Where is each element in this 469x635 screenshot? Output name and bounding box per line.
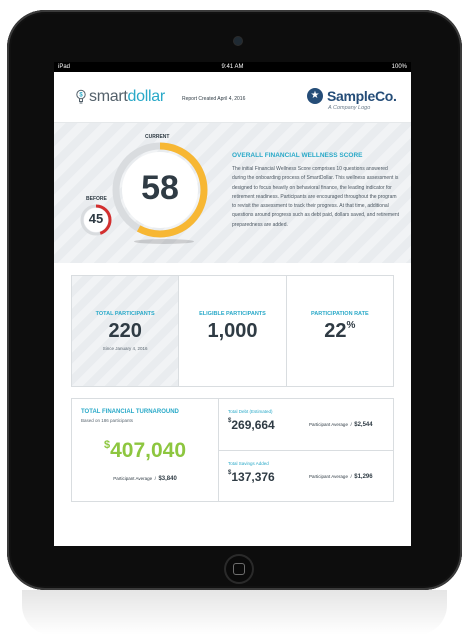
wellness-score-title: OVERALL FINANCIAL WELLNESS SCORE xyxy=(232,152,363,159)
turnaround-title: TOTAL FINANCIAL TURNAROUND xyxy=(81,409,179,415)
avg-value: $3,840 xyxy=(158,476,177,482)
lightbulb-icon: $ xyxy=(76,89,86,104)
savings-participant-average: Participant Average / $1,296 xyxy=(309,474,373,480)
avg-label: Participant Average xyxy=(113,476,153,481)
report-header: $ smartdollar Report Created April 4, 20… xyxy=(54,72,411,123)
logo-word-dollar: dollar xyxy=(127,88,166,105)
debt-avg-label: Participant Average xyxy=(309,422,348,427)
debt-avg-separator: / xyxy=(350,422,352,427)
camera-icon xyxy=(234,37,242,45)
total-debt-label: Total Debt (Estimated) xyxy=(228,409,273,414)
savings-avg-separator: / xyxy=(350,474,352,479)
smartdollar-logo: $ smartdollar xyxy=(76,88,165,106)
logo-wordmark: smartdollar xyxy=(89,88,165,106)
carrier-label: iPad xyxy=(58,64,71,70)
before-score-label: BEFORE xyxy=(86,196,107,202)
eligible-participants-value: 1,000 xyxy=(207,320,258,342)
avg-separator: / xyxy=(154,476,156,481)
status-time: 9:41 AM xyxy=(221,64,244,70)
eligible-participants-label: ELIGIBLE PARTICIPANTS xyxy=(199,311,266,317)
total-savings-value: $137,376 xyxy=(228,470,275,484)
current-score-value: 58 xyxy=(141,169,179,207)
participation-stats: TOTAL PARTICIPANTS 220 Since January 4, … xyxy=(71,275,394,387)
participation-rate-value: 22% xyxy=(287,320,393,343)
debt-avg-value: $2,544 xyxy=(354,422,373,428)
turnaround-subtitle: Based on 186 participants xyxy=(81,418,134,423)
total-debt-value: $269,664 xyxy=(228,418,275,432)
logo-word-smart: smart xyxy=(89,88,128,105)
savings-amount: 137,376 xyxy=(231,470,275,484)
debt-participant-average: Participant Average / $2,544 xyxy=(309,422,373,428)
battery-label: 100% xyxy=(391,64,407,70)
participation-rate-number: 22 xyxy=(324,320,347,342)
before-score-value: 45 xyxy=(88,211,104,226)
company-logo: ★ SampleCo. xyxy=(307,88,397,104)
turnaround-total-card: TOTAL FINANCIAL TURNAROUND Based on 186 … xyxy=(72,399,219,501)
total-participants-card: TOTAL PARTICIPANTS 220 Since January 4, … xyxy=(72,276,180,386)
savings-avg-value: $1,296 xyxy=(354,474,373,480)
company-name: SampleCo. xyxy=(327,88,397,104)
gauge-shadow xyxy=(134,239,194,244)
status-bar: iPad 9:41 AM 100% xyxy=(54,62,411,72)
total-participants-since: Since January 4, 2016 xyxy=(102,346,148,351)
total-savings-label: Total Savings Added xyxy=(228,461,269,466)
wellness-score-section: CURRENT 58 BEFORE 45 OVERALL FINANCIAL W… xyxy=(54,123,411,263)
total-participants-value: 220 xyxy=(108,320,142,342)
total-participants-label: TOTAL PARTICIPANTS xyxy=(95,311,155,317)
wellness-score-description: The initial Financial Wellness Score com… xyxy=(232,166,400,228)
home-button[interactable] xyxy=(226,556,252,582)
turnaround-total-value: $407,040 xyxy=(72,439,218,463)
screen: iPad 9:41 AM 100% $ smartdollar Report C… xyxy=(54,62,411,546)
tablet-reflection xyxy=(22,590,447,635)
savings-avg-label: Participant Average xyxy=(309,474,348,479)
participation-rate-card: PARTICIPATION RATE 22% xyxy=(286,276,393,386)
company-tagline: A Company Logo xyxy=(328,105,371,111)
total-savings-card: Total Savings Added $137,376 Participant… xyxy=(219,451,393,501)
percent-sign: % xyxy=(346,320,356,331)
participation-rate-label: PARTICIPATION RATE xyxy=(310,311,369,317)
report-date: Report Created April 4, 2016 xyxy=(182,96,246,102)
debt-amount: 269,664 xyxy=(231,418,275,432)
svg-text:$: $ xyxy=(79,93,83,99)
turnaround-participant-average: Participant Average / $3,840 xyxy=(72,476,218,482)
eligible-participants-card: ELIGIBLE PARTICIPANTS 1,000 xyxy=(179,276,287,386)
star-icon: ★ xyxy=(307,88,323,104)
financial-turnaround-section: TOTAL FINANCIAL TURNAROUND Based on 186 … xyxy=(71,398,394,502)
total-debt-card: Total Debt (Estimated) $269,664 Particip… xyxy=(219,399,393,451)
turnaround-amount: 407,040 xyxy=(110,439,187,462)
